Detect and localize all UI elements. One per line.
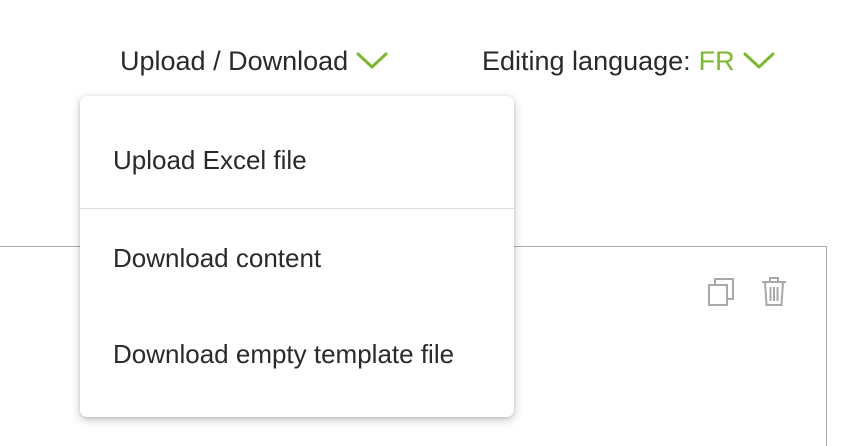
page: Upload / Download Editing language: FR U… [0,0,854,446]
upload-download-dropdown-toggle[interactable]: Upload / Download [120,44,388,78]
menu-item-upload-excel-file[interactable]: Upload Excel file [80,143,514,177]
chevron-down-icon [356,51,388,71]
editing-language-label: Editing language: [482,46,691,76]
trash-icon[interactable] [759,276,789,308]
copy-icon[interactable] [706,276,736,308]
chevron-down-icon [743,51,775,71]
editing-language-selector[interactable]: Editing language: FR [482,44,775,78]
upload-download-menu: Upload Excel file Download content Downl… [80,96,514,417]
menu-divider [80,208,514,209]
upload-download-label: Upload / Download [120,46,349,76]
menu-item-download-content[interactable]: Download content [80,241,514,275]
menu-item-download-empty-template-file[interactable]: Download empty template file [80,337,514,371]
editing-language-value: FR [698,46,735,76]
